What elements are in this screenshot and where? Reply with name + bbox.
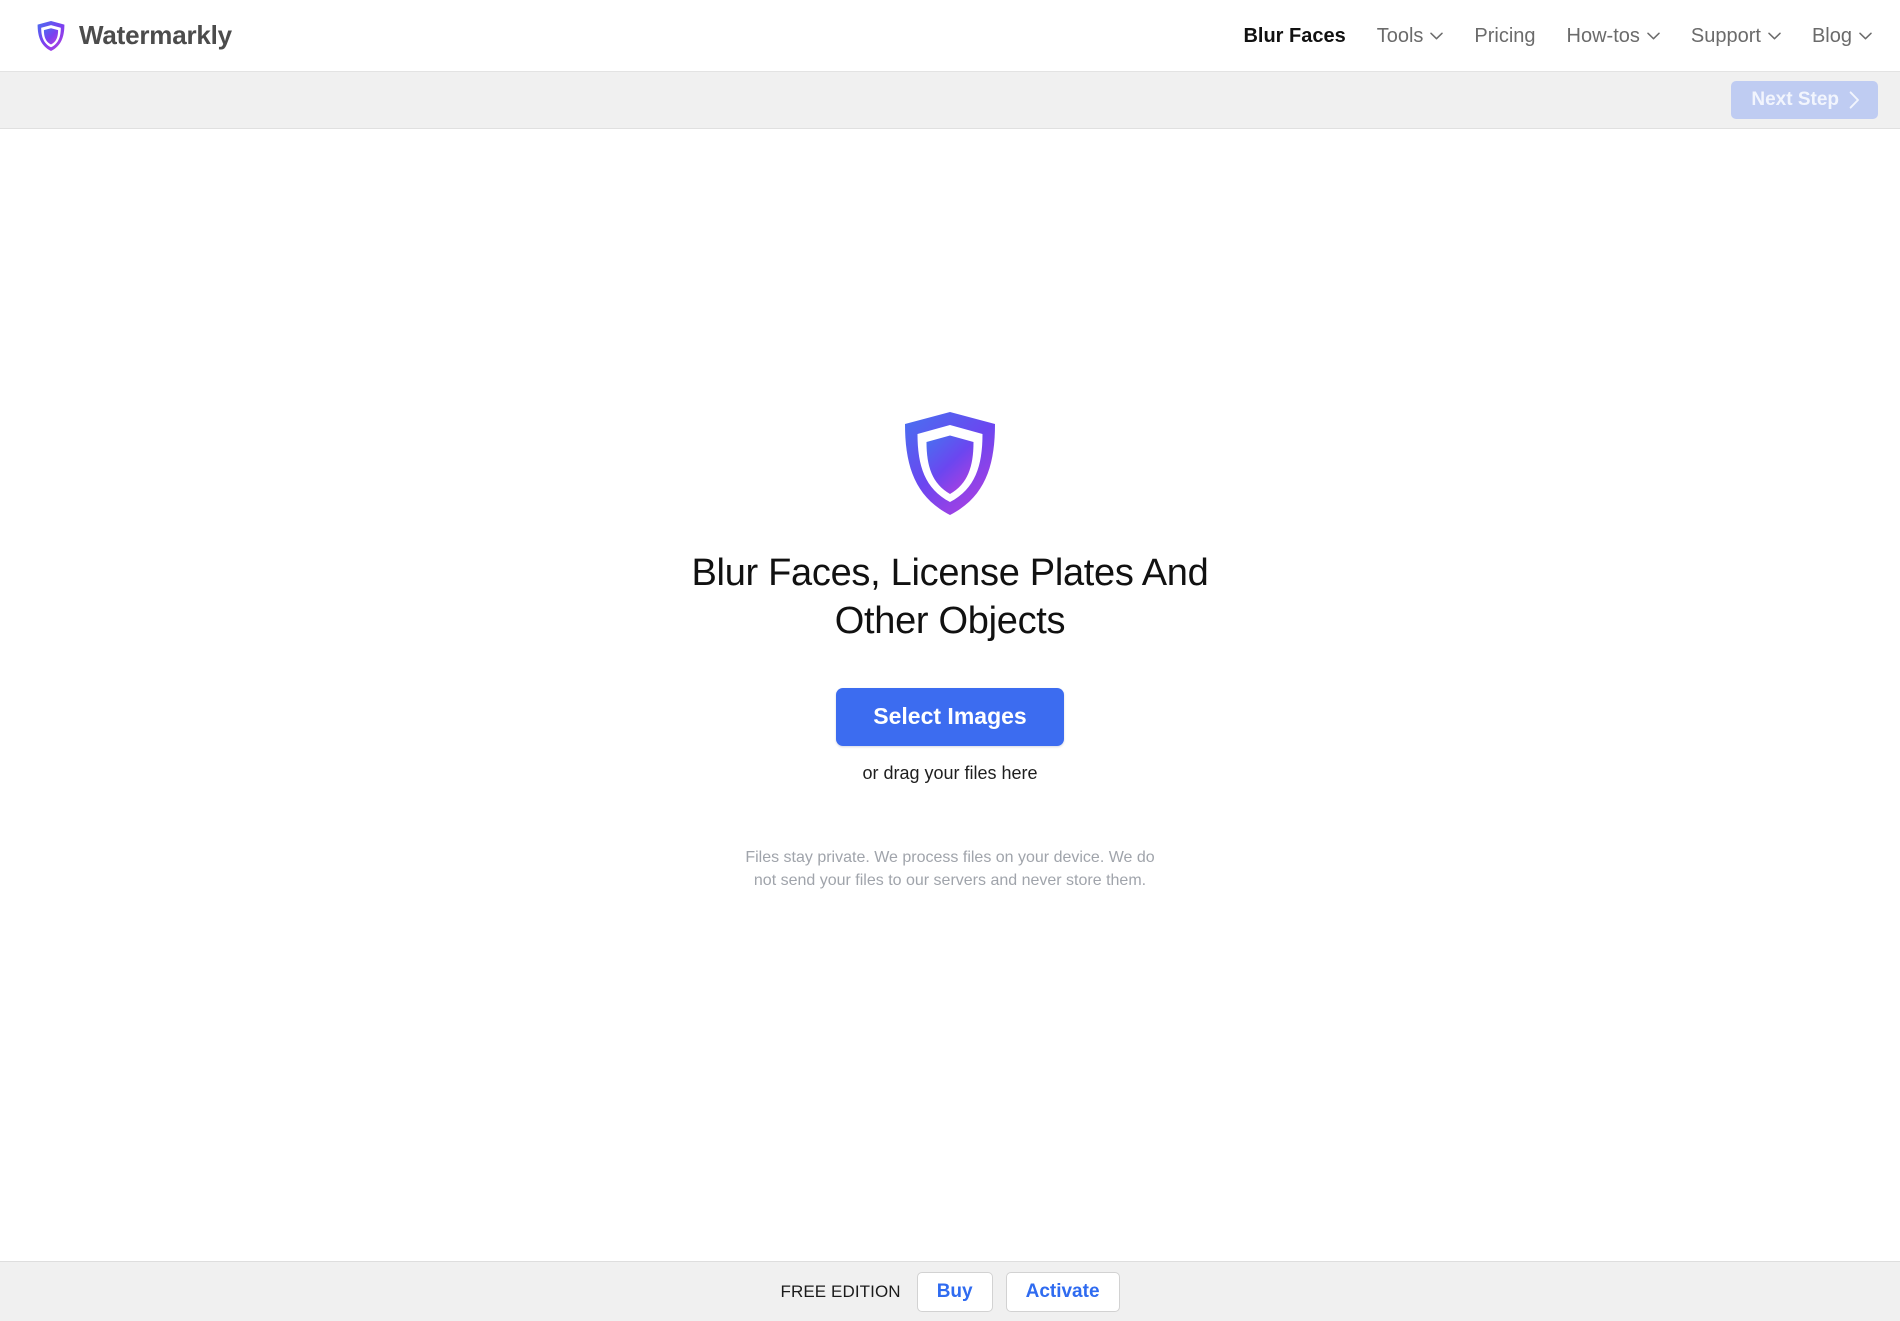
page-title-line-2: Other Objects	[834, 600, 1066, 643]
nav-item-support[interactable]: Support	[1691, 26, 1781, 46]
page-title-line-1: Blur Faces, License Plates And	[691, 551, 1209, 594]
chevron-down-icon	[1859, 32, 1872, 40]
privacy-note: Files stay private. We process files on …	[745, 848, 1155, 890]
nav-label-how-tos: How-tos	[1566, 24, 1640, 47]
edition-badge: FREE EDITION	[780, 1281, 901, 1301]
nav-label-blog: Blog	[1811, 24, 1852, 47]
nav-item-how-tos[interactable]: How-tos	[1567, 26, 1660, 46]
next-step-label: Next Step	[1751, 89, 1839, 110]
nav-item-blur-faces[interactable]: Blur Faces	[1243, 26, 1345, 46]
shield-logo-icon	[36, 20, 66, 52]
buy-button[interactable]: Buy	[916, 1271, 993, 1312]
nav-item-pricing[interactable]: Pricing	[1474, 26, 1535, 46]
site-header: Watermarkly Blur Faces Tools Pricing How…	[0, 0, 1900, 72]
nav-label-pricing: Pricing	[1474, 24, 1536, 47]
brand-logo[interactable]: Watermarkly	[36, 20, 232, 52]
next-step-button[interactable]: Next Step	[1731, 81, 1878, 119]
app-window: Watermarkly Blur Faces Tools Pricing How…	[0, 0, 1900, 1321]
nav-label-blur-faces: Blur Faces	[1243, 24, 1346, 47]
chevron-right-icon	[1849, 90, 1860, 109]
status-footer: FREE EDITION Buy Activate	[0, 1261, 1900, 1321]
page-title: Blur Faces, License Plates And Other Obj…	[692, 549, 1209, 646]
brand-name: Watermarkly	[79, 20, 232, 50]
chevron-down-icon	[1768, 32, 1781, 40]
nav-item-blog[interactable]: Blog	[1812, 26, 1872, 46]
select-images-button[interactable]: Select Images	[836, 687, 1064, 746]
chevron-down-icon	[1430, 32, 1444, 40]
main-navigation: Blur Faces Tools Pricing How-tos Support	[1243, 26, 1872, 46]
chevron-down-icon	[1647, 32, 1660, 40]
shield-logo-icon	[901, 410, 999, 549]
nav-label-support: Support	[1690, 24, 1761, 47]
activate-button[interactable]: Activate	[1005, 1271, 1120, 1312]
main-content: Blur Faces, License Plates And Other Obj…	[0, 129, 1900, 1261]
drag-hint-text: or drag your files here	[862, 762, 1038, 783]
editor-toolbar: Next Step	[0, 72, 1900, 129]
nav-item-tools[interactable]: Tools	[1377, 26, 1444, 46]
file-drop-zone[interactable]: Blur Faces, License Plates And Other Obj…	[640, 410, 1260, 893]
nav-label-tools: Tools	[1376, 24, 1424, 47]
